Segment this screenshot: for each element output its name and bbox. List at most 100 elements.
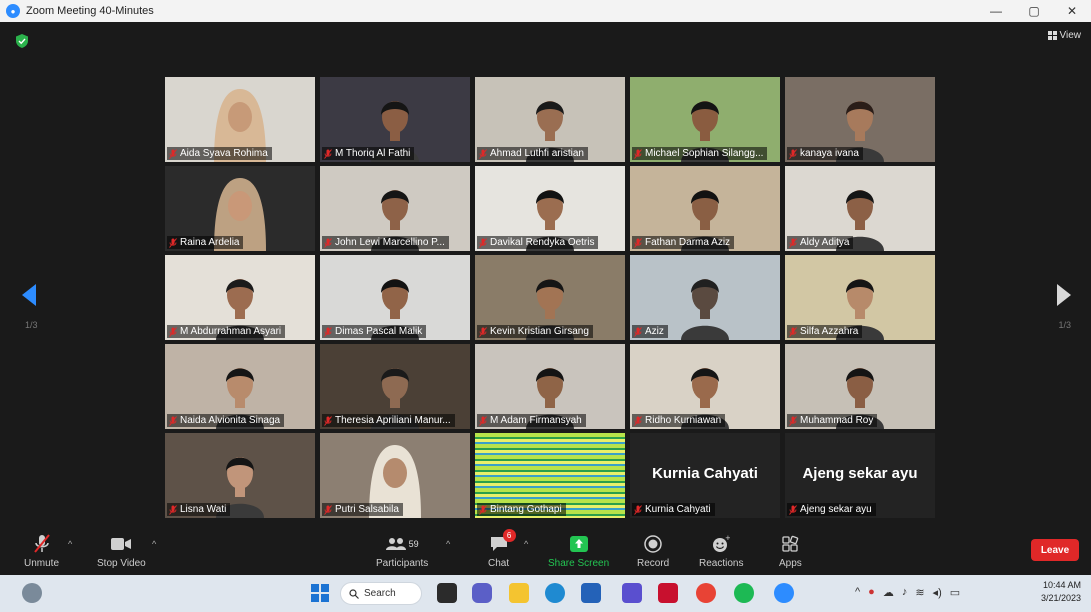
participant-name-tag: kanaya ivana (787, 147, 863, 160)
mcafee-icon[interactable] (658, 583, 678, 603)
view-button[interactable]: View (1047, 30, 1081, 41)
participant-tile[interactable]: Dimas Pascal Malik (320, 255, 470, 340)
participant-tile[interactable]: Silfa Azzahra (785, 255, 935, 340)
participants-button[interactable]: 59 Participants (376, 533, 428, 569)
participant-name: Ridho Kurniawan (645, 415, 722, 426)
muted-microphone-icon (169, 415, 177, 426)
participant-display-name: Ajeng sekar ayu (802, 465, 918, 482)
video-options-caret-icon[interactable]: ^ (152, 539, 156, 549)
participant-tile-glitched[interactable]: Bintang Gothapi (475, 433, 625, 518)
next-page-arrow-icon[interactable] (1057, 284, 1071, 306)
participant-name: Aldy Aditya (800, 237, 850, 248)
store-icon[interactable] (581, 583, 601, 603)
tray-wifi-icon[interactable]: ≋ (915, 586, 924, 599)
record-button[interactable]: Record (637, 533, 669, 569)
participant-name: M Adam Firmansyah (490, 415, 582, 426)
participant-tile[interactable]: Fathan Darma Aziz (630, 166, 780, 251)
participant-tile[interactable]: Kevin Kristian Girsang (475, 255, 625, 340)
leave-button[interactable]: Leave (1031, 539, 1079, 561)
participant-tile[interactable]: Putri Salsabila (320, 433, 470, 518)
participant-name: Silfa Azzahra (800, 326, 859, 337)
task-view-icon[interactable] (437, 583, 457, 603)
audio-options-caret-icon[interactable]: ^ (68, 539, 72, 549)
minimize-button[interactable]: — (977, 0, 1015, 22)
muted-microphone-icon (479, 504, 487, 515)
apps-label: Apps (779, 558, 802, 569)
participant-tile[interactable]: Lisna Wati (165, 433, 315, 518)
participant-name-tag: Putri Salsabila (322, 503, 403, 516)
muted-microphone-icon (634, 415, 642, 426)
participant-tile[interactable]: M Abdurrahman Asyari (165, 255, 315, 340)
stop-video-label: Stop Video (97, 558, 146, 569)
muted-microphone-icon (479, 237, 487, 248)
reactions-button[interactable]: + Reactions (699, 533, 743, 569)
taskbar-clock[interactable]: 10:44 AM 3/21/2023 (1041, 579, 1081, 605)
participant-name-tag: Raina Ardelia (167, 236, 244, 249)
participant-tile[interactable]: Ahmad Luthfi aristian (475, 77, 625, 162)
unmute-button[interactable]: Unmute (24, 533, 59, 569)
participant-tile[interactable]: Michael Sophian Silangg... (630, 77, 780, 162)
tray-volume-icon[interactable]: ◂) (933, 586, 942, 599)
participant-tile[interactable]: Muhammad Roy (785, 344, 935, 429)
participant-name-tag: M Adam Firmansyah (477, 414, 586, 427)
participant-name: Kurnia Cahyati (645, 504, 711, 515)
participant-tile[interactable]: Theresia Apriliani Manur... (320, 344, 470, 429)
participant-tile[interactable]: Raina Ardelia (165, 166, 315, 251)
tray-overflow-icon[interactable]: ^ (855, 586, 860, 599)
participant-tile[interactable]: Aldy Aditya (785, 166, 935, 251)
muted-microphone-icon (789, 237, 797, 248)
participants-caret-icon[interactable]: ^ (446, 539, 450, 549)
participant-tile[interactable]: Aziz (630, 255, 780, 340)
chrome-icon[interactable] (696, 583, 716, 603)
muted-microphone-icon (634, 504, 642, 515)
maximize-button[interactable]: ▢ (1015, 0, 1053, 22)
search-icon (349, 588, 359, 599)
participant-name: Michael Sophian Silangg... (645, 148, 764, 159)
widgets-icon[interactable] (22, 583, 42, 603)
participant-name-tag: Kurnia Cahyati (632, 503, 715, 516)
chat-button[interactable]: 6 Chat (488, 529, 516, 569)
chat-caret-icon[interactable]: ^ (524, 539, 528, 549)
participant-name: Davikal Rendyka Oetris (490, 237, 595, 248)
tray-antivirus-icon[interactable]: ● (868, 586, 875, 599)
share-screen-button[interactable]: Share Screen (548, 533, 609, 569)
participant-tile[interactable]: Aida Syava Rohima (165, 77, 315, 162)
participant-name-tag: Ajeng sekar ayu (787, 503, 876, 516)
participant-tile[interactable]: John Lewi Marcellino P... (320, 166, 470, 251)
participant-tile[interactable]: Davikal Rendyka Oetris (475, 166, 625, 251)
close-button[interactable]: ✕ (1053, 0, 1091, 22)
muted-microphone-icon (634, 326, 642, 337)
stop-video-button[interactable]: Stop Video (97, 533, 146, 569)
share-screen-icon (569, 536, 588, 552)
participant-tile[interactable]: Ajeng sekar ayu Ajeng sekar ayu (785, 433, 935, 518)
zoom-icon[interactable] (774, 583, 794, 603)
participant-name-tag: M Abdurrahman Asyari (167, 325, 286, 338)
participant-tile[interactable]: M Thoriq Al Fathi (320, 77, 470, 162)
page-indicator-right: 1/3 (1058, 320, 1071, 330)
participant-name: M Abdurrahman Asyari (180, 326, 282, 337)
participant-tile[interactable]: Kurnia Cahyati Kurnia Cahyati (630, 433, 780, 518)
edge-icon[interactable] (545, 583, 565, 603)
teams-icon[interactable] (472, 583, 492, 603)
apps-button[interactable]: Apps (779, 533, 802, 569)
photos-icon[interactable] (622, 583, 642, 603)
participant-video-feed (681, 279, 729, 340)
tray-microphone-icon[interactable]: ♪ (902, 586, 908, 599)
participant-tile[interactable]: Naida Alvionita Sinaga (165, 344, 315, 429)
participant-tile[interactable]: kanaya ivana (785, 77, 935, 162)
taskbar-search-box[interactable]: Search (340, 582, 422, 605)
participant-tile[interactable]: Ridho Kurniawan (630, 344, 780, 429)
muted-microphone-icon (324, 326, 332, 337)
start-icon[interactable] (310, 583, 330, 603)
participant-tile[interactable]: M Adam Firmansyah (475, 344, 625, 429)
file-explorer-icon[interactable] (509, 583, 529, 603)
previous-page-arrow-icon[interactable] (22, 284, 36, 306)
page-indicator-left: 1/3 (25, 320, 38, 330)
tray-cloud-icon[interactable]: ☁ (883, 586, 894, 599)
spotify-icon[interactable] (734, 583, 754, 603)
search-placeholder: Search (364, 588, 396, 599)
tray-battery-icon[interactable]: ▭ (950, 586, 960, 599)
zoom-app-icon: ● (6, 4, 20, 18)
chat-label: Chat (488, 558, 510, 569)
security-shield-icon[interactable] (16, 34, 28, 48)
